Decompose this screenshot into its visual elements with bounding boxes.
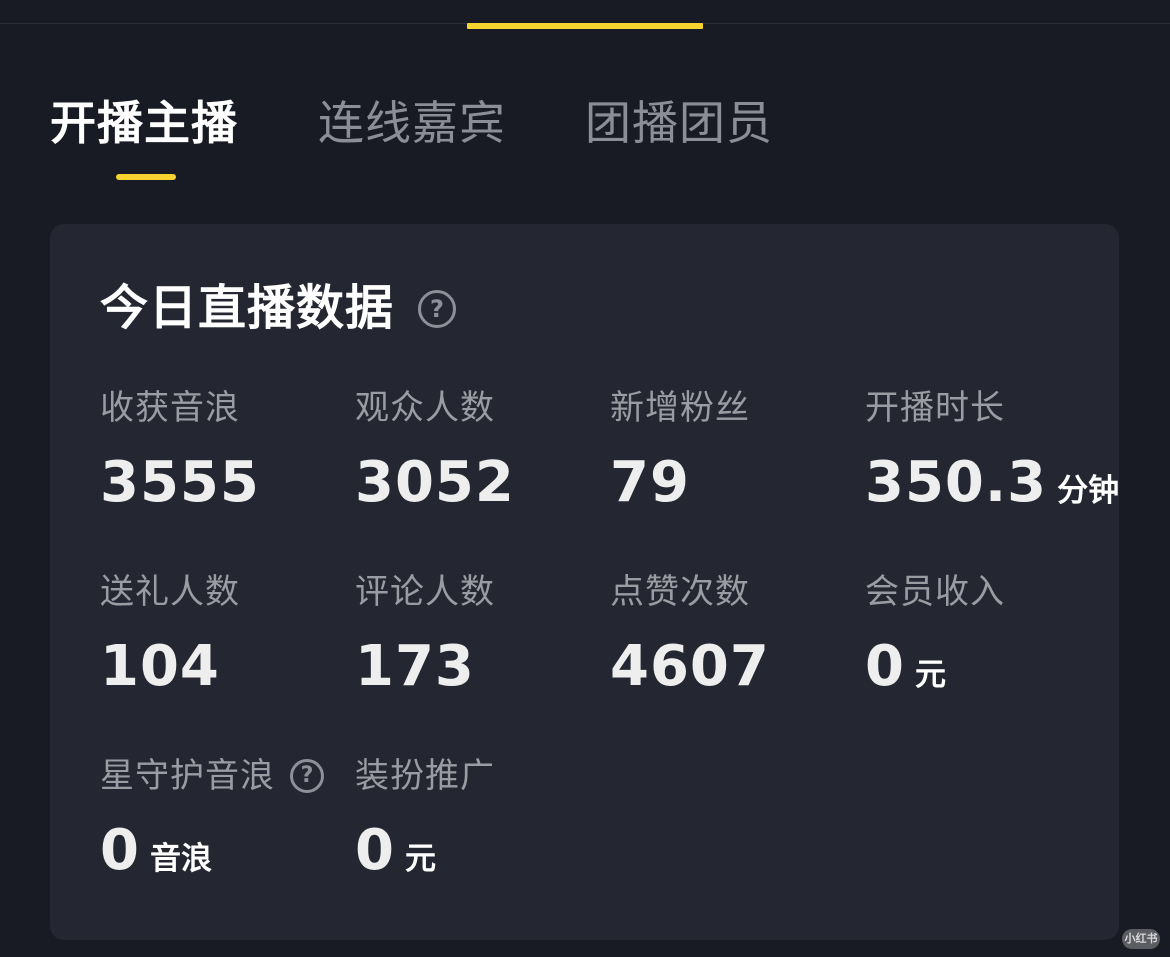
metric-unit: 元: [404, 841, 436, 877]
top-active-indicator: [467, 23, 703, 29]
metric-unit: 音浪: [149, 841, 212, 877]
metric-number: 3052: [355, 450, 515, 515]
active-tab-underline: [116, 174, 176, 180]
metric-number: 0: [355, 818, 395, 883]
metric-number: 173: [355, 634, 475, 699]
metric-unit: 分钟: [1057, 473, 1120, 509]
metric-number: 79: [610, 450, 690, 515]
live-data-card: 今日直播数据 ? 收获音浪 3555 观众人数 3052 新增粉丝 79 开播时…: [50, 224, 1119, 940]
metric-label-gift-senders: 送礼人数: [100, 572, 240, 612]
metric-value-duration: 350.3 分钟: [865, 450, 1119, 516]
metric-label-member-income: 会员收入: [865, 572, 1005, 612]
metric-label-dressup-promotion: 装扮推广: [355, 756, 495, 796]
metric-number: 350.3: [865, 450, 1048, 515]
watermark: 小红书: [1122, 929, 1160, 949]
metric-unit: 元: [914, 657, 946, 693]
metric-label-duration: 开播时长: [865, 388, 1005, 428]
metric-number: 0: [100, 818, 140, 883]
metric-value-sound-wave: 3555: [100, 450, 260, 516]
metric-number: 3555: [100, 450, 260, 515]
metric-label-new-fans: 新增粉丝: [610, 388, 750, 428]
tab-bar: 开播主播 连线嘉宾 团播团员: [0, 88, 1170, 188]
metric-number: 4607: [610, 634, 770, 699]
metric-value-member-income: 0元: [865, 634, 946, 700]
metric-label-sound-wave: 收获音浪: [100, 388, 240, 428]
metric-value-new-fans: 79: [610, 450, 690, 516]
card-title: 今日直播数据: [100, 280, 395, 336]
top-bar: [0, 0, 1170, 24]
metric-value-viewers: 3052: [355, 450, 515, 516]
metric-label-likes: 点赞次数: [610, 572, 750, 612]
metric-label-commenters: 评论人数: [355, 572, 495, 612]
question-circle-icon[interactable]: ?: [418, 290, 456, 328]
metric-value-likes: 4607: [610, 634, 770, 700]
metric-value-star-guard: 0 音浪: [100, 818, 212, 884]
metric-label-viewers: 观众人数: [355, 388, 495, 428]
metric-value-gift-senders: 104: [100, 634, 220, 700]
tab-host[interactable]: 开播主播: [50, 88, 238, 158]
metric-value-dressup-promotion: 0元: [355, 818, 436, 884]
question-circle-icon[interactable]: ?: [290, 759, 324, 793]
metric-number: 0: [865, 634, 905, 699]
metric-number: 104: [100, 634, 220, 699]
metric-label-star-guard: 星守护音浪: [100, 756, 275, 796]
tab-guest[interactable]: 连线嘉宾: [318, 88, 506, 158]
metric-value-commenters: 173: [355, 634, 475, 700]
tab-group-member[interactable]: 团播团员: [585, 88, 773, 158]
